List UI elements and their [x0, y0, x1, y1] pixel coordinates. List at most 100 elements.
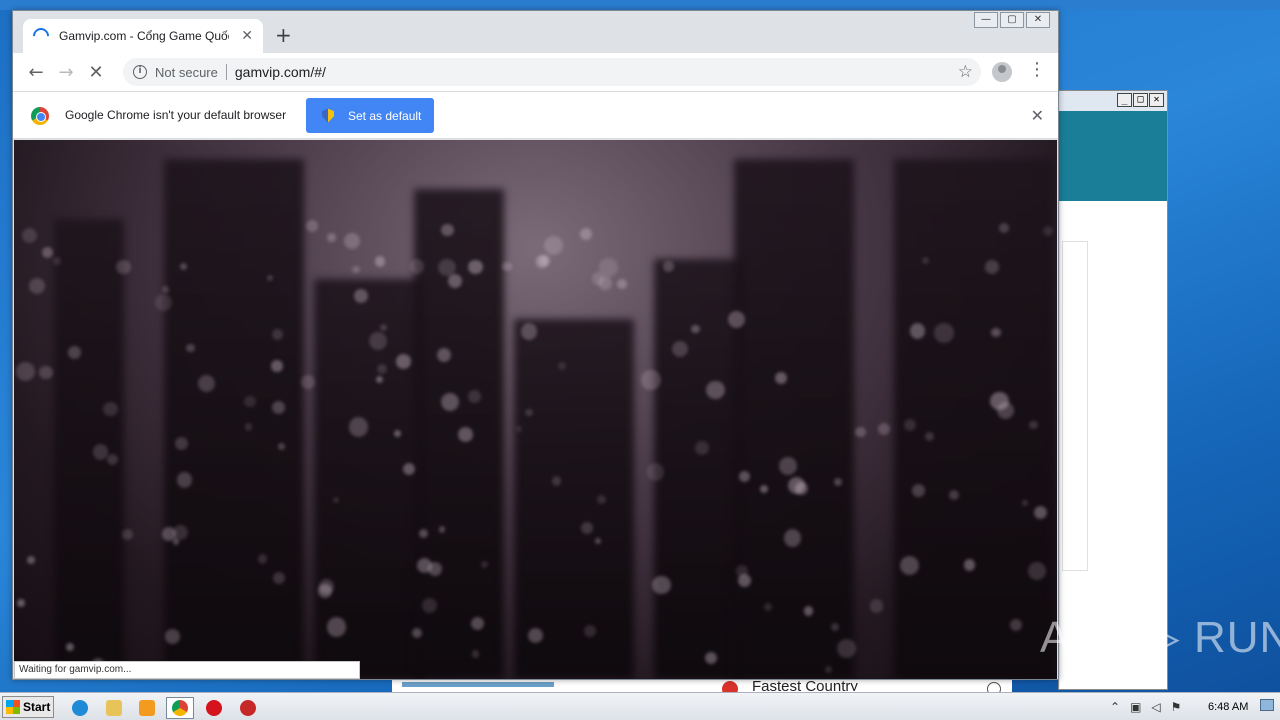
bokeh-light [441, 223, 454, 237]
bokeh-light [38, 365, 53, 380]
bokeh-light [783, 528, 802, 547]
file-explorer-icon[interactable] [100, 697, 128, 719]
bookmark-star-icon[interactable]: ☆ [958, 62, 973, 82]
close-window-button[interactable]: ✕ [1026, 12, 1050, 28]
bokeh-light [580, 522, 593, 535]
bokeh-light [243, 395, 256, 408]
bokeh-light [964, 559, 976, 571]
bokeh-light [543, 235, 564, 256]
bokeh-light [374, 255, 386, 267]
bokeh-light [1028, 562, 1046, 580]
bokeh-light [468, 390, 481, 403]
bokeh-light [646, 463, 665, 481]
bokeh-light [691, 324, 700, 334]
start-button[interactable]: Start [2, 696, 54, 718]
new-tab-button[interactable]: + [275, 25, 292, 45]
bokeh-light [825, 666, 832, 673]
bokeh-light [759, 484, 768, 493]
bokeh-light [272, 400, 285, 414]
desktop-top-strip [0, 0, 1280, 10]
loading-spinner-icon [29, 24, 53, 48]
infobar-close-icon[interactable]: ✕ [1031, 106, 1044, 125]
browser-tab[interactable]: Gamvip.com - Cổng Game Quốc Tế ✕ [23, 19, 263, 53]
chrome-window[interactable]: Gamvip.com - Cổng Game Quốc Tế ✕ + — ▢ ✕… [12, 10, 1059, 680]
bokeh-light [877, 422, 890, 435]
bokeh-light [903, 418, 917, 431]
internet-explorer-icon[interactable] [66, 697, 94, 719]
profile-avatar-icon[interactable] [992, 62, 1012, 82]
security-label[interactable]: Not secure [155, 65, 218, 80]
bokeh-light [395, 354, 411, 370]
bokeh-light [402, 462, 415, 476]
start-label: Start [23, 700, 51, 714]
bokeh-light [368, 331, 388, 350]
bokeh-light [301, 375, 315, 389]
background-window-titlebar[interactable]: _ □ ✕ [1059, 91, 1167, 111]
bokeh-light [855, 427, 866, 438]
background-content-peek: Fastest Country [392, 678, 1012, 697]
page-content-city-background [14, 140, 1057, 679]
media-player-icon[interactable] [133, 697, 161, 719]
chrome-icon[interactable] [166, 697, 194, 719]
bokeh-light [438, 258, 456, 276]
bokeh-light [351, 265, 360, 274]
bokeh-light [27, 555, 35, 564]
action-center-flag-icon[interactable]: ⚑ [1171, 700, 1182, 714]
bokeh-light [779, 457, 798, 475]
bg-minimize-button[interactable]: _ [1117, 93, 1132, 107]
volume-icon[interactable]: ◁ [1151, 700, 1160, 714]
bokeh-light [244, 422, 253, 431]
bokeh-light [948, 489, 960, 500]
bokeh-light [985, 260, 999, 274]
bokeh-light [266, 274, 273, 282]
opera-icon[interactable] [200, 697, 228, 719]
address-bar[interactable]: i Not secure gamvip.com/#/ ☆ [123, 58, 981, 86]
background-window-banner [1059, 111, 1167, 201]
stop-loading-icon[interactable]: ✕ [81, 62, 111, 83]
bokeh-light [343, 233, 360, 250]
pdf-app-icon[interactable] [234, 697, 262, 719]
show-desktop-icon[interactable] [1260, 699, 1274, 711]
bg-maximize-button[interactable]: □ [1133, 93, 1148, 107]
back-arrow-icon[interactable]: ← [21, 62, 51, 83]
titlebar[interactable]: Gamvip.com - Cổng Game Quốc Tế ✕ + — ▢ ✕ [13, 11, 1058, 53]
bokeh-light [92, 444, 109, 460]
set-as-default-button[interactable]: Set as default [306, 98, 434, 133]
bokeh-light [326, 617, 346, 637]
bokeh-light [271, 360, 283, 372]
url-text[interactable]: gamvip.com/#/ [235, 64, 326, 80]
bokeh-light [539, 255, 551, 266]
omnibox-separator [225, 64, 227, 80]
tab-close-icon[interactable]: ✕ [241, 28, 253, 44]
restore-button[interactable]: ▢ [1000, 12, 1024, 28]
background-window-panel [1062, 241, 1088, 571]
network-icon[interactable]: ▣ [1130, 700, 1141, 714]
bg-close-button[interactable]: ✕ [1149, 93, 1164, 107]
bokeh-light [1029, 420, 1038, 429]
menu-kebab-icon[interactable]: ⋮ [1028, 61, 1046, 79]
bokeh-light [161, 526, 176, 542]
background-window[interactable]: _ □ ✕ [1058, 90, 1168, 690]
system-tray: ⌃ ▣ ◁ ⚑ [1100, 693, 1280, 720]
bokeh-light [594, 537, 602, 545]
taskbar: Start ⌃ ▣ ◁ ⚑ 6:48 AM [0, 692, 1280, 720]
bokeh-light [306, 220, 318, 232]
bokeh-light [909, 323, 925, 339]
bokeh-light [175, 437, 188, 450]
bokeh-light [869, 599, 884, 613]
bokeh-light [579, 227, 593, 240]
clock[interactable]: 6:48 AM [1208, 701, 1248, 713]
info-icon[interactable]: i [133, 65, 147, 79]
bokeh-light [327, 233, 336, 242]
bokeh-light [52, 256, 61, 266]
default-browser-infobar: Google Chrome isn't your default browser… [13, 91, 1058, 139]
bokeh-light [116, 259, 132, 275]
tray-expand-icon[interactable]: ⌃ [1110, 700, 1120, 714]
bokeh-light [651, 575, 671, 595]
minimize-button[interactable]: — [974, 12, 998, 28]
bokeh-light [67, 345, 81, 359]
bokeh-light [409, 259, 425, 274]
forward-arrow-icon[interactable]: → [51, 62, 81, 83]
uac-shield-icon [322, 108, 334, 123]
infobar-message: Google Chrome isn't your default browser [65, 108, 287, 122]
